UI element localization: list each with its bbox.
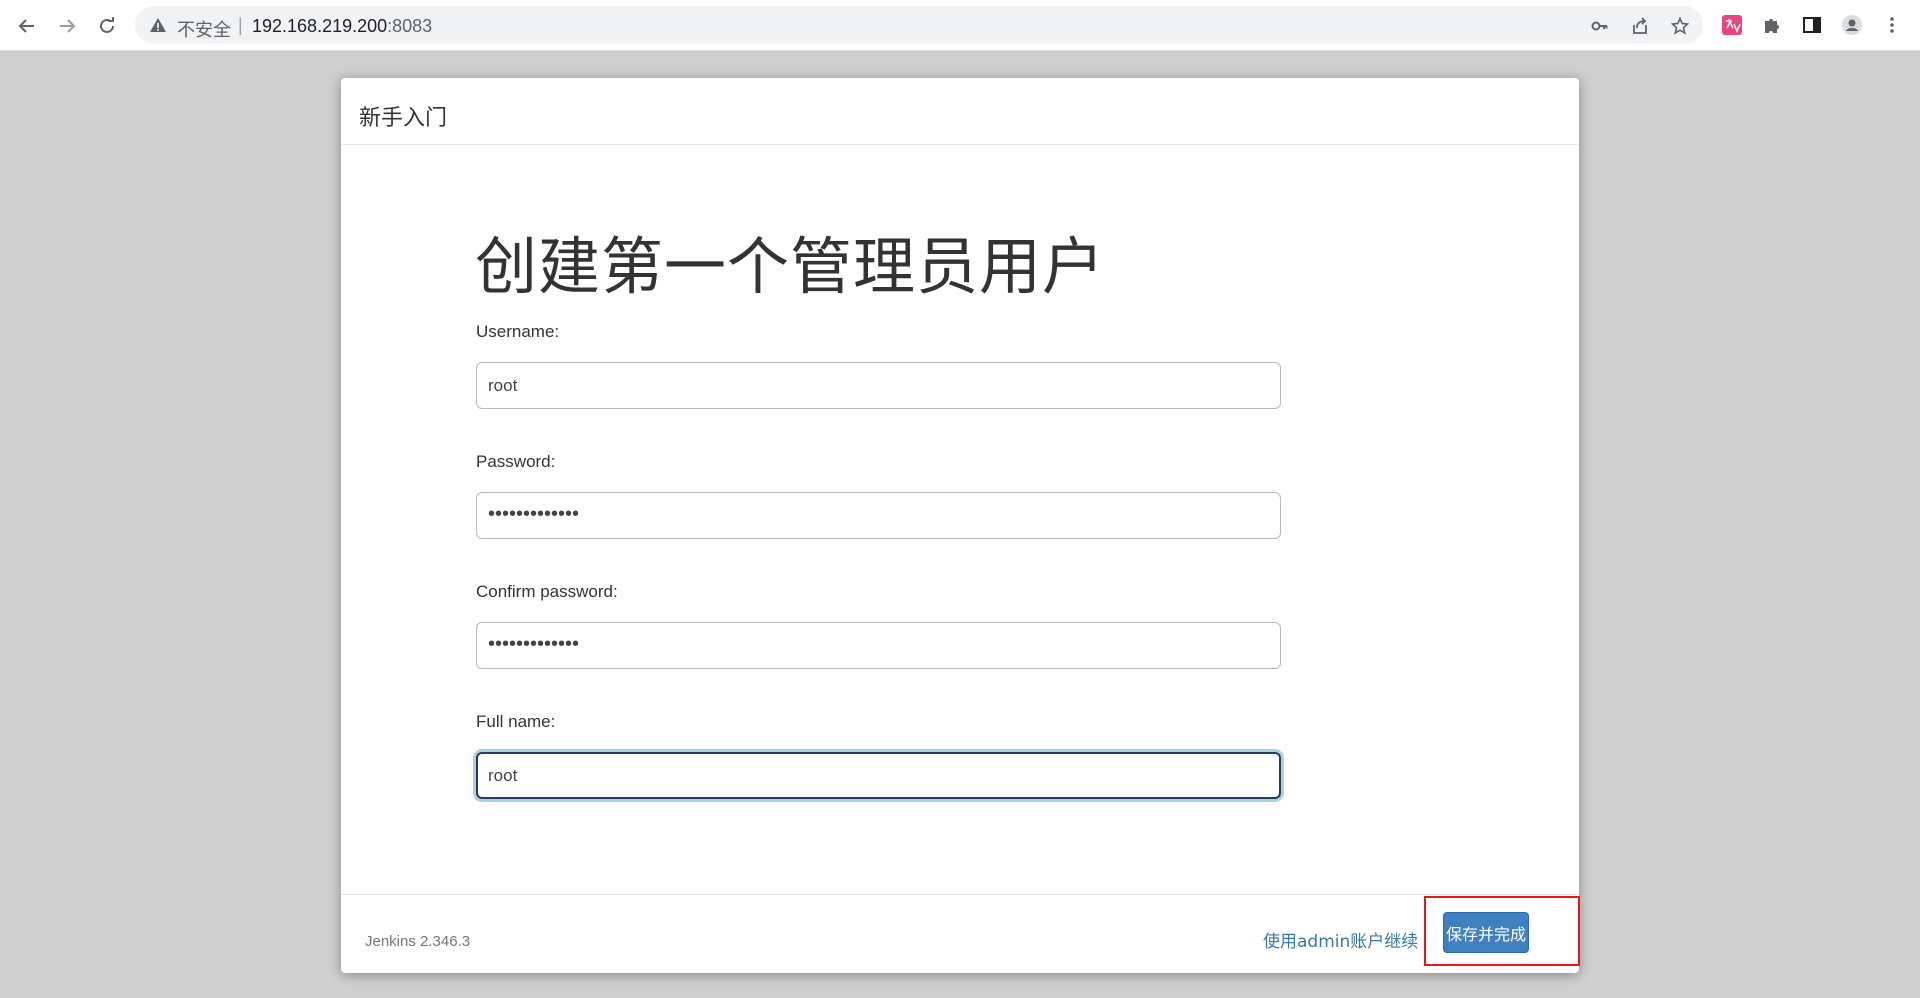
password-label: Password:	[476, 452, 556, 471]
continue-as-admin-link[interactable]: 使用admin账户继续	[1263, 927, 1418, 952]
profile-icon	[1842, 15, 1862, 35]
share-icon	[1633, 17, 1647, 34]
puzzle-icon	[1765, 19, 1779, 33]
translate-icon	[1722, 15, 1742, 35]
side-panel-icon	[1803, 17, 1821, 33]
share-button[interactable]	[1629, 15, 1651, 37]
address-bar[interactable]: 不安全 | 192.168.219.200:8083	[135, 6, 1703, 44]
profile-button[interactable]	[1840, 13, 1864, 37]
url-port: :8083	[387, 16, 433, 36]
password-key-button[interactable]	[1589, 15, 1611, 37]
bookmark-star-button[interactable]	[1669, 15, 1691, 37]
extensions-button[interactable]	[1760, 13, 1784, 37]
insecure-label: 不安全	[177, 20, 231, 41]
reload-icon	[100, 17, 114, 33]
highlight-annotation	[1424, 896, 1580, 966]
page-title: 创建第一个管理员用户	[475, 230, 1106, 303]
more-menu-button[interactable]	[1880, 13, 1904, 37]
confirm-password-input[interactable]: •••••••••••••	[476, 622, 1281, 669]
back-icon	[18, 19, 34, 33]
url-text: 192.168.219.200:8083	[252, 16, 432, 37]
full-name-input[interactable]: root	[476, 752, 1281, 799]
dialog-header-title: 新手入门	[359, 106, 448, 131]
star-icon	[1671, 17, 1689, 35]
warning-icon	[150, 18, 166, 32]
browser-toolbar: 不安全 | 192.168.219.200:8083	[0, 0, 1920, 51]
forward-icon	[60, 19, 76, 33]
more-icon	[1890, 17, 1894, 33]
confirm-password-label: Confirm password:	[476, 582, 618, 601]
dialog-header: 新手入门	[341, 78, 1579, 145]
reload-button[interactable]	[92, 11, 122, 41]
jenkins-version: Jenkins 2.346.3	[365, 933, 471, 950]
dialog-footer: Jenkins 2.346.3 使用admin账户继续 保存并完成	[341, 894, 1579, 973]
username-label: Username:	[476, 322, 560, 341]
setup-wizard-dialog: 新手入门 创建第一个管理员用户 Username: root Password:…	[341, 78, 1579, 973]
side-panel-button[interactable]	[1800, 13, 1824, 37]
password-input[interactable]: •••••••••••••	[476, 492, 1281, 539]
back-button[interactable]	[12, 11, 42, 41]
forward-button[interactable]	[52, 11, 82, 41]
full-name-label: Full name:	[476, 712, 556, 731]
url-separator: |	[238, 15, 243, 35]
translate-extension-button[interactable]	[1720, 13, 1744, 37]
username-input[interactable]: root	[476, 362, 1281, 409]
url-host: 192.168.219.200	[252, 16, 388, 36]
key-icon	[1591, 21, 1608, 31]
